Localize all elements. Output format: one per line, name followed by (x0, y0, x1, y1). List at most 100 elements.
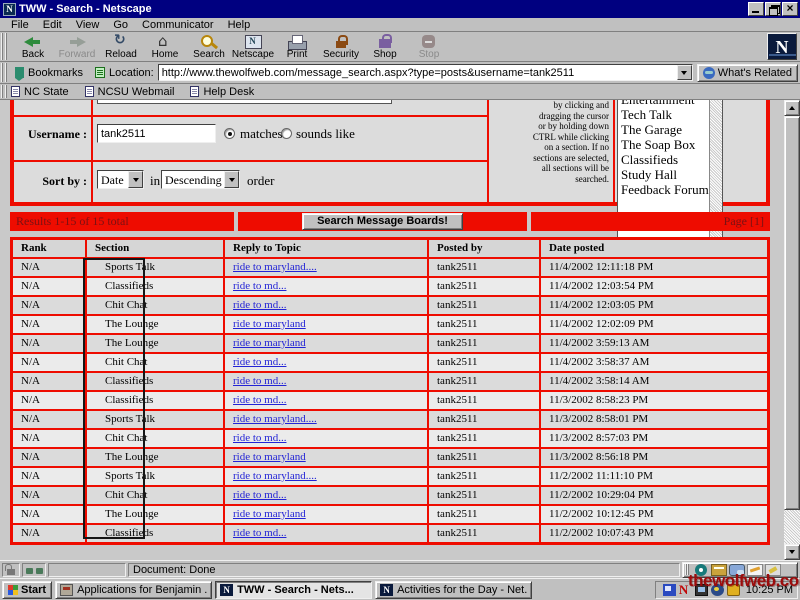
cell-topic: ride to maryland.... (225, 468, 427, 485)
sort-by-label: Sort by : (12, 174, 87, 189)
sort-field-dropdown-button[interactable] (128, 171, 143, 188)
cell-date-posted: 11/2/2002 10:29:04 PM (541, 487, 767, 504)
sort-field-select[interactable]: Date (97, 170, 144, 189)
section-option-the-garage[interactable]: The Garage (618, 122, 709, 137)
vertical-scrollbar[interactable] (784, 100, 800, 560)
cell-posted-by: tank2511 (429, 297, 539, 314)
topic-link[interactable]: ride to md... (233, 394, 286, 406)
sort-field-value: Date (98, 171, 128, 188)
topic-link[interactable]: ride to maryland (233, 318, 306, 330)
toolbar-button-security[interactable]: Security (319, 32, 363, 61)
toolbar-button-netscape[interactable]: Netscape (231, 32, 275, 61)
topic-link[interactable]: ride to md... (233, 375, 286, 387)
scroll-down-icon[interactable] (784, 544, 800, 560)
url-input[interactable] (159, 65, 677, 80)
window-title: TWW - Search - Netscape (19, 3, 747, 15)
task-button-applications-for-benjamin[interactable]: Applications for Benjamin ... (55, 581, 212, 599)
toolbar-button-search[interactable]: Search (187, 32, 231, 61)
cell-rank: N/A (13, 525, 85, 542)
topic-link[interactable]: ride to md... (233, 280, 286, 292)
sort-direction-select[interactable]: Descending (161, 170, 240, 189)
toolbar-button-shop[interactable]: Shop (363, 32, 407, 61)
topic-link[interactable]: ride to md... (233, 356, 286, 368)
topic-link[interactable]: ride to maryland.... (233, 470, 317, 482)
username-input[interactable] (97, 124, 216, 143)
matches-radio[interactable] (224, 128, 235, 139)
section-option-study-hall[interactable]: Study Hall (618, 167, 709, 182)
whats-related-button[interactable]: What's Related (697, 64, 798, 82)
section-option-entertainment[interactable]: Entertainment (618, 100, 709, 107)
topic-link[interactable]: ride to md... (233, 489, 286, 501)
menu-help[interactable]: Help (221, 19, 258, 31)
toolbar-button-home[interactable]: Home (143, 32, 187, 61)
task-button-tww-search-nets[interactable]: TWW - Search - Nets... (215, 581, 372, 599)
topic-link[interactable]: ride to maryland (233, 337, 306, 349)
minimize-button[interactable] (748, 2, 764, 16)
results-summary: Results 1-15 of 15 total (10, 214, 135, 229)
column-header-section: Section (87, 240, 223, 257)
netscape-logo-icon[interactable]: N (767, 33, 797, 60)
topic-link[interactable]: ride to md... (233, 527, 286, 539)
section-option-classifieds[interactable]: Classifieds (618, 152, 709, 167)
restore-button[interactable] (765, 2, 781, 16)
section-option-feedback-forum[interactable]: Feedback Forum (618, 182, 709, 197)
url-dropdown-button[interactable] (677, 65, 692, 80)
topic-link[interactable]: ride to maryland.... (233, 413, 317, 425)
menu-communicator[interactable]: Communicator (135, 19, 221, 31)
cell-posted-by: tank2511 (429, 430, 539, 447)
section-option-the-soap-box[interactable]: The Soap Box (618, 137, 709, 152)
cell-topic: ride to md... (225, 392, 427, 409)
personal-bar-gripper[interactable] (1, 85, 9, 98)
toolbar-button-print[interactable]: Print (275, 32, 319, 61)
cell-rank: N/A (13, 468, 85, 485)
cell-date-posted: 11/3/2002 8:56:18 PM (541, 449, 767, 466)
page-proxy-icon[interactable] (95, 67, 105, 78)
location-bar-gripper[interactable] (1, 63, 9, 82)
keywords-input-partial[interactable] (97, 100, 392, 104)
cell-topic: ride to md... (225, 525, 427, 542)
sort-direction-dropdown-button[interactable] (224, 171, 239, 188)
toolbar-button-reload[interactable]: Reload (99, 32, 143, 61)
taskbar: Start Applications for Benjamin ...TWW -… (0, 578, 800, 600)
shop-bag-icon (374, 34, 396, 49)
topic-link[interactable]: ride to maryland (233, 508, 306, 520)
security-status-button[interactable] (2, 563, 20, 577)
section-option-tech-talk[interactable]: Tech Talk (618, 107, 709, 122)
close-button[interactable] (782, 2, 798, 16)
menu-view[interactable]: View (69, 19, 107, 31)
toolbar-gripper[interactable] (1, 33, 9, 60)
cell-posted-by: tank2511 (429, 506, 539, 523)
bookmark-item-nc-state[interactable]: NC State (11, 86, 69, 98)
cell-topic: ride to maryland.... (225, 259, 427, 276)
form-border-right (766, 100, 770, 206)
stop-sign-icon (418, 34, 440, 49)
topic-link[interactable]: ride to md... (233, 432, 286, 444)
topic-link[interactable]: ride to maryland.... (233, 261, 317, 273)
topic-link[interactable]: ride to md... (233, 299, 286, 311)
flag-tray-icon[interactable] (663, 584, 676, 596)
bookmark-item-ncsu-webmail[interactable]: NCSU Webmail (85, 86, 175, 98)
scrollbar-thumb[interactable] (784, 116, 800, 510)
cell-date-posted: 11/2/2002 10:12:45 PM (541, 506, 767, 523)
sounds-like-radio[interactable] (281, 128, 292, 139)
topic-link[interactable]: ride to maryland (233, 451, 306, 463)
cell-topic: ride to md... (225, 373, 427, 390)
search-message-boards-button[interactable]: Search Message Boards! (302, 213, 463, 230)
menu-go[interactable]: Go (106, 19, 135, 31)
task-button-activities-for-the-day-net[interactable]: Activities for the Day - Net... (375, 581, 532, 599)
network-plug-icon (22, 563, 46, 577)
start-button[interactable]: Start (2, 581, 52, 599)
scroll-up-icon[interactable] (784, 100, 800, 116)
menu-edit[interactable]: Edit (36, 19, 69, 31)
cell-date-posted: 11/4/2002 3:58:14 AM (541, 373, 767, 390)
unlocked-padlock-icon (7, 569, 15, 575)
cell-rank: N/A (13, 335, 85, 352)
results-bar: Results 1-15 of 15 total Search Message … (10, 212, 770, 231)
toolbar-button-back[interactable]: Back (11, 32, 55, 61)
bookmarks-menu-button[interactable]: Bookmarks (11, 67, 87, 79)
cell-topic: ride to maryland (225, 316, 427, 333)
desktop: N TWW - Search - Netscape FileEditViewGo… (0, 0, 800, 600)
bookmark-item-help-desk[interactable]: Help Desk (190, 86, 254, 98)
menu-file[interactable]: File (4, 19, 36, 31)
cell-date-posted: 11/4/2002 12:11:18 PM (541, 259, 767, 276)
